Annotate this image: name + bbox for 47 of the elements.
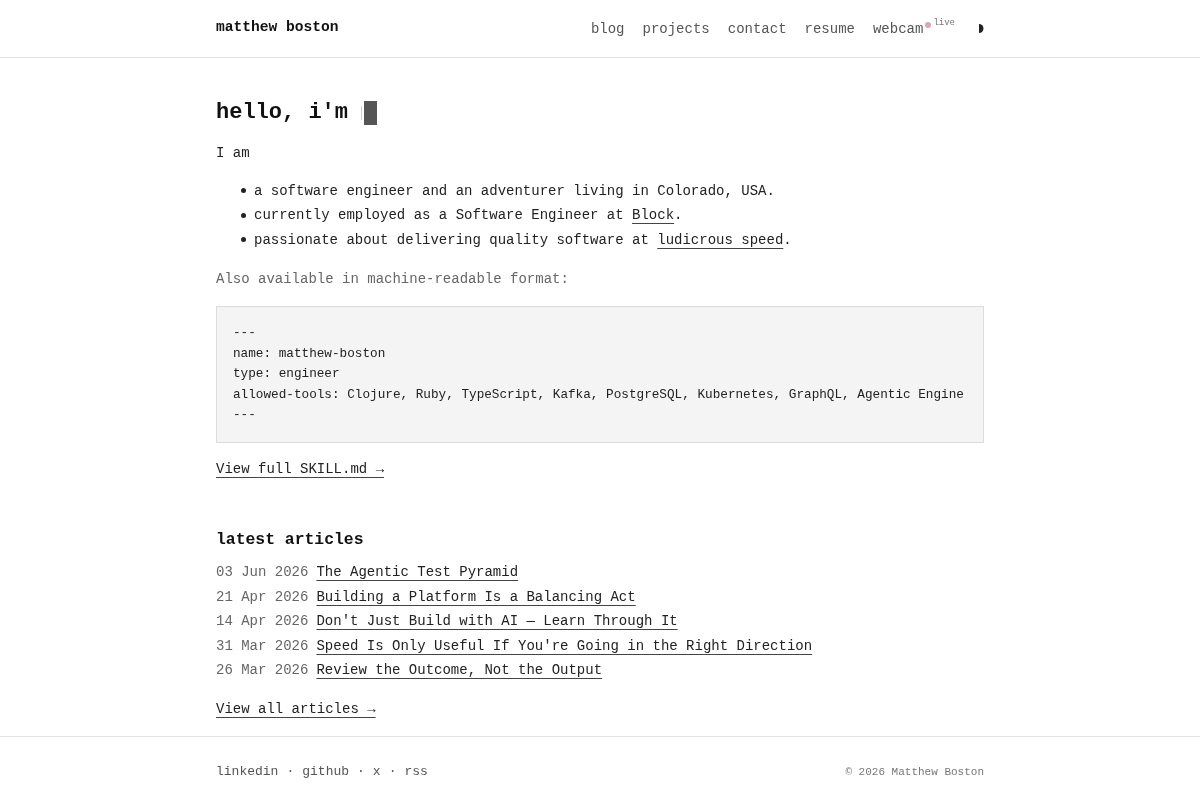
theme-toggle-button[interactable] (979, 24, 984, 33)
footer-link[interactable]: github (302, 761, 350, 783)
code-line: name: matthew-boston (233, 344, 387, 363)
article-date: 03 Jun 2026 (216, 563, 309, 583)
site-logo-link[interactable]: matthew boston (216, 19, 339, 35)
article-date: 31 Mar 2026 (216, 636, 309, 656)
all-articles-link[interactable]: View all articles → (216, 700, 376, 717)
status-dot-icon (925, 21, 932, 28)
nav-link[interactable]: resume (804, 18, 855, 39)
section-heading: latest articles (216, 529, 365, 552)
footer-link[interactable]: rss (404, 761, 428, 783)
nav-link[interactable]: projects (642, 18, 710, 39)
code-line: type: engineer (233, 365, 341, 384)
caption-text: Also available in machine-readable format: (216, 270, 570, 289)
code-line: --- (233, 324, 257, 342)
code-line: allowed-tools: Clojure, Ruby, TypeScript, Kafka, PostgreSQL, Kubernetes, GraphQL, Agentic Engine (233, 385, 965, 404)
separator-text: · (286, 763, 295, 781)
bullet-icon (241, 212, 246, 218)
nav-link[interactable]: contact (727, 18, 787, 39)
status-label: live (933, 16, 955, 29)
article-link[interactable]: The Agentic Test Pyramid (316, 560, 519, 585)
page-heading: hello, i'm (216, 99, 349, 127)
bullet-icon (241, 188, 246, 194)
bullet-text: passionate about delivering quality software at ludicrous speed. (254, 230, 792, 250)
skill-file-link[interactable]: View full SKILL.md → (216, 460, 385, 477)
separator-text: · (388, 763, 397, 781)
inline-link[interactable]: ludicrous speed (657, 231, 784, 248)
article-date: 14 Apr 2026 (216, 612, 309, 632)
inline-link[interactable]: Block (632, 207, 675, 223)
nav-link[interactable]: blog (590, 18, 625, 39)
nav-link[interactable]: webcam (872, 18, 924, 39)
footer-link[interactable]: linkedin (216, 761, 279, 783)
article-link[interactable]: Speed Is Only Useful If You're Going in the Right Direction (316, 633, 813, 659)
article-date: 21 Apr 2026 (216, 587, 309, 607)
article-link[interactable]: Don't Just Build with AI — Learn Through It (316, 609, 678, 634)
article-link[interactable]: Building a Platform Is a Balancing Act (316, 584, 636, 610)
separator-text: · (357, 763, 365, 781)
copyright-text: © 2026 Matthew Boston (845, 765, 984, 780)
intro-text: I am (216, 144, 251, 163)
text-cursor-icon (361, 101, 378, 125)
article-link[interactable]: Review the Outcome, Not the Output (316, 658, 603, 683)
bullet-text: a software engineer and an adventurer living in Colorado, USA. (254, 181, 775, 201)
footer-link[interactable]: x (372, 761, 381, 783)
code-line: --- (233, 406, 257, 425)
bullet-icon (241, 237, 246, 243)
bullet-text: currently employed as a Software Engineer at Block. (254, 206, 683, 225)
article-date: 26 Mar 2026 (216, 661, 309, 681)
